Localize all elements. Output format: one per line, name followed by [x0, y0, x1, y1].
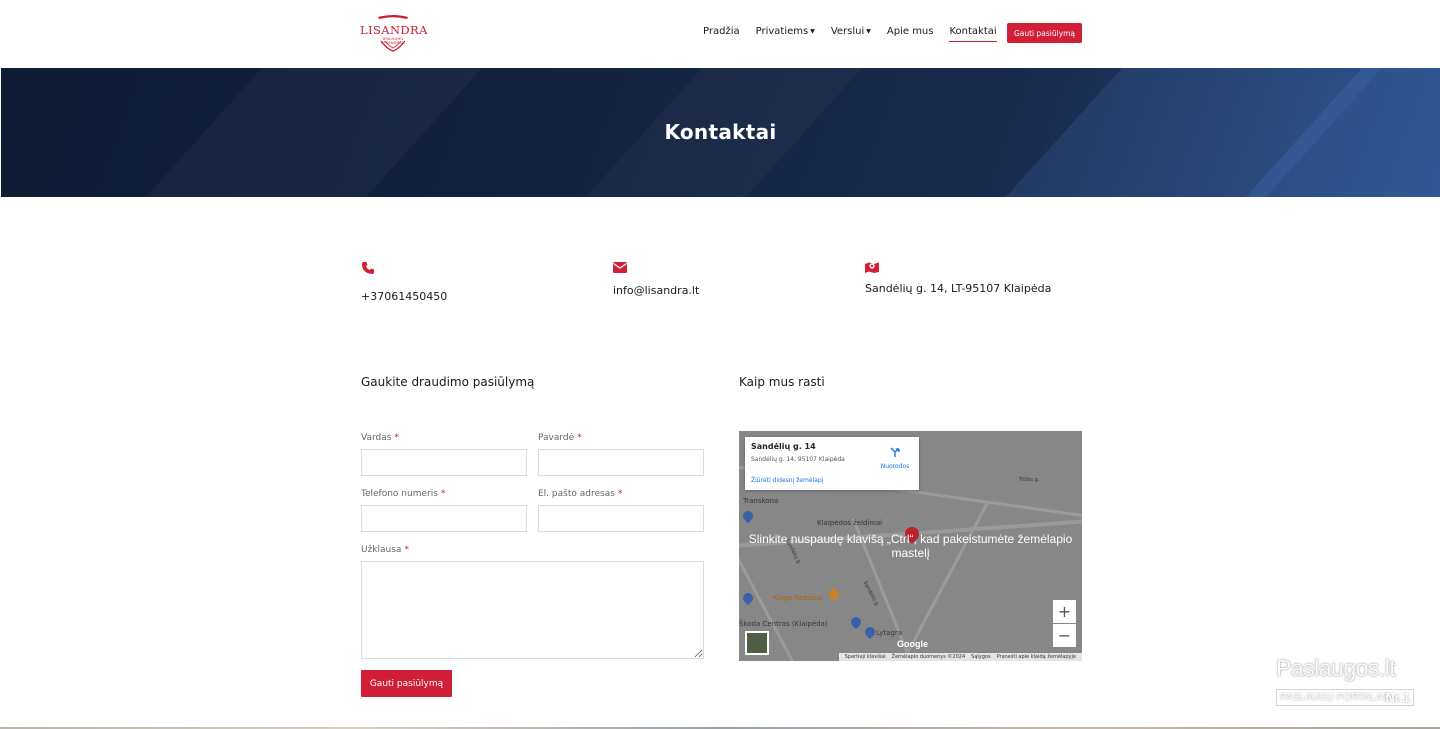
contact-address: Sandėlių g. 14, LT-95107 Klaipėda: [865, 261, 1085, 301]
nav-label: Verslui: [830, 26, 865, 37]
map-info-card: Sandėlių g. 14 Sandėlių g. 14, 95107 Kla…: [745, 437, 919, 490]
phone-icon: [362, 262, 374, 274]
map-card-title: Sandėlių g. 14: [751, 442, 816, 451]
required-mark: *: [577, 433, 582, 443]
watermark-subtitle: PASLAUGŲ PORTALAS Nr.1: [1276, 689, 1414, 706]
directions-icon: [890, 447, 900, 457]
page-title: Kontaktai: [664, 120, 777, 144]
hero-banner: Kontaktai: [1, 68, 1440, 197]
phone-input[interactable]: [361, 505, 527, 532]
terms-link[interactable]: Sąlygos: [971, 654, 990, 660]
map-attribution: Spartieji klavišai Žemėlapio duomenys ©2…: [838, 653, 1082, 661]
watermark-text: PASLAUGŲ PORTALAS: [1280, 692, 1389, 703]
submit-button[interactable]: Gauti pasiūlymą: [361, 670, 452, 697]
map-scroll-hint: Slinkite nuspaudę klavišą „Ctrl“, kad pa…: [748, 532, 1073, 560]
label-text: Vardas: [361, 433, 392, 443]
label-text: El. pašto adresas: [538, 489, 615, 499]
main-nav: Pradžia Privatiems ▼ Verslui ▼ Apie mus Ko…: [703, 25, 1013, 42]
phone-label: Telefono numeris *: [361, 489, 445, 499]
map-card-address: Sandėlių g. 14, 95107 Klaipėda: [751, 456, 845, 463]
street-address: Sandėlių g. 14, LT-95107 Klaipėda: [865, 282, 1052, 295]
message-label: Užklausa *: [361, 545, 409, 555]
contact-phone: +37061450450: [361, 261, 561, 306]
brand-name: LISANDRA: [360, 23, 428, 37]
brand-tagline: DRAUDIMO SPRENDIMAI: [381, 37, 405, 45]
required-mark: *: [440, 489, 446, 499]
last-name-input[interactable]: [538, 449, 704, 476]
directions-button[interactable]: Nuorodos: [877, 443, 913, 470]
caret-down-icon: ▼: [810, 28, 815, 35]
nav-item-privatiems[interactable]: Privatiems ▼: [756, 25, 815, 39]
form-title: Gaukite draudimo pasiūlymą: [361, 375, 535, 389]
keyboard-shortcuts-link[interactable]: Spartieji klavišai: [845, 654, 886, 660]
email-label: El. pašto adresas *: [538, 489, 622, 499]
required-mark: *: [404, 545, 409, 555]
first-name-label: Vardas *: [361, 433, 399, 443]
zoom-out-button[interactable]: −: [1053, 624, 1076, 647]
zoom-in-button[interactable]: +: [1053, 600, 1076, 623]
label-text: Pavardė: [538, 433, 575, 443]
label-text: Užklausa: [361, 545, 402, 555]
phone-number[interactable]: +37061450450: [361, 290, 447, 303]
last-name-label: Pavardė *: [538, 433, 582, 443]
contact-email: info@lisandra.lt: [613, 262, 813, 302]
map-marker-icon: [865, 262, 879, 273]
required-mark: *: [617, 489, 623, 499]
satellite-toggle[interactable]: [745, 631, 769, 655]
email-input[interactable]: [538, 505, 704, 532]
envelope-icon: [613, 262, 627, 273]
nav-label: Apie mus: [886, 26, 934, 37]
map-data-text: Žemėlapio duomenys ©2024: [891, 654, 966, 660]
nav-item-verslui[interactable]: Verslui ▼: [831, 25, 871, 39]
required-mark: *: [394, 433, 399, 443]
google-map[interactable]: Transkona Klaipėdos želdiniai Kingo Keba…: [739, 431, 1082, 661]
message-textarea[interactable]: [361, 561, 704, 659]
nav-label: Kontaktai: [949, 26, 997, 37]
caret-down-icon: ▼: [866, 28, 871, 35]
map-title: Kaip mus rasti: [739, 375, 825, 389]
label-text: Telefono numeris: [361, 489, 438, 499]
google-logo: Google: [897, 639, 928, 649]
get-offer-button[interactable]: Gauti pasiūlymą: [1007, 23, 1082, 43]
nav-item-pradzia[interactable]: Pradžia: [703, 25, 740, 39]
larger-map-link[interactable]: Žiūrėti didesnį žemėlapį: [751, 477, 823, 484]
nav-label: Pradžia: [703, 26, 740, 37]
paslaugos-watermark: Paslaugos.lt PASLAUGŲ PORTALAS Nr.1: [1276, 655, 1416, 707]
brand-logo[interactable]: LISANDRA DRAUDIMO SPRENDIMAI: [360, 13, 428, 53]
nav-label: Privatiems: [755, 26, 809, 37]
directions-label: Nuorodos: [880, 463, 910, 470]
nav-item-apie-mus[interactable]: Apie mus: [887, 25, 934, 39]
email-address[interactable]: info@lisandra.lt: [613, 284, 699, 297]
site-header: LISANDRA DRAUDIMO SPRENDIMAI Pradžia Pri…: [0, 0, 1440, 68]
watermark-badge: Nr.1: [1385, 690, 1410, 705]
nav-item-kontaktai[interactable]: Kontaktai: [949, 25, 997, 42]
report-error-link[interactable]: Pranešti apie klaidą žemėlapyje: [997, 654, 1076, 660]
watermark-title: Paslaugos.lt: [1276, 655, 1396, 681]
first-name-input[interactable]: [361, 449, 527, 476]
